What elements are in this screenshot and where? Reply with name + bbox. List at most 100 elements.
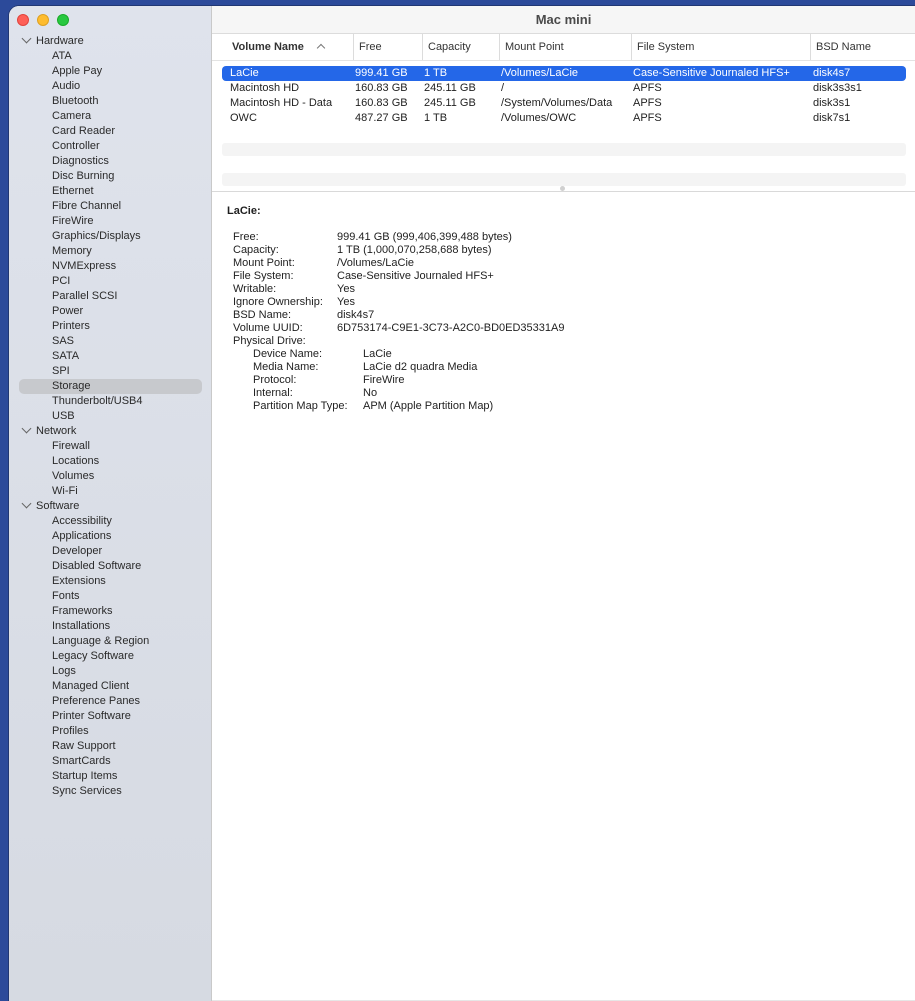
sidebar-item-label: Legacy Software <box>52 650 134 662</box>
detail-value: disk4s7 <box>337 309 375 321</box>
split-divider[interactable] <box>212 191 915 192</box>
table-cell: Macintosh HD - Data <box>230 97 333 109</box>
column-header-volume-name[interactable]: Volume Name <box>232 34 350 60</box>
sidebar-item-startup-items[interactable]: Startup Items <box>9 769 211 784</box>
sidebar-item-sata[interactable]: SATA <box>9 349 211 364</box>
chevron-down-icon[interactable] <box>21 498 32 509</box>
chevron-down-icon[interactable] <box>21 423 32 434</box>
sidebar-item-label: Fibre Channel <box>52 200 122 212</box>
sidebar-item-profiles[interactable]: Profiles <box>9 724 211 739</box>
sidebar-item-graphics-displays[interactable]: Graphics/Displays <box>9 229 211 244</box>
zoom-button[interactable] <box>57 14 69 26</box>
volumes-table: LaCie 999.41 GB 1 TB/Volumes/LaCie Case-Sen… <box>222 66 906 126</box>
sidebar-item-spi[interactable]: SPI <box>9 364 211 379</box>
sidebar-item-memory[interactable]: Memory <box>9 244 211 259</box>
table-cell: 160.83 GB <box>355 97 408 109</box>
sidebar-item-bluetooth[interactable]: Bluetooth <box>9 94 211 109</box>
sidebar-item-printers[interactable]: Printers <box>9 319 211 334</box>
detail-value: LaCie d2 quadra Media <box>363 361 478 373</box>
column-header-file-system[interactable]: File System <box>631 34 809 60</box>
sidebar-item-label: Managed Client <box>52 680 130 692</box>
sidebar-category-software[interactable]: Software <box>9 498 211 514</box>
table-cell: disk7s1 <box>813 112 851 124</box>
sidebar-item-frameworks[interactable]: Frameworks <box>9 604 211 619</box>
sidebar-item-power[interactable]: Power <box>9 304 211 319</box>
table-cell: disk3s3s1 <box>813 82 862 94</box>
sidebar-item-managed-client[interactable]: Managed Client <box>9 679 211 694</box>
sidebar-item-storage[interactable]: Storage <box>19 379 202 394</box>
sidebar-item-usb[interactable]: USB <box>9 409 211 424</box>
sidebar-item-nvmexpress[interactable]: NVMExpress <box>9 259 211 274</box>
sidebar-item-locations[interactable]: Locations <box>9 454 211 469</box>
sidebar-item-volumes[interactable]: Volumes <box>9 469 211 484</box>
sidebar-item-pci[interactable]: PCI <box>9 274 211 289</box>
sidebar-item-apple-pay[interactable]: Apple Pay <box>9 64 211 79</box>
physical-drive-fields: Device Name: LaCie Media Name: LaCie d2 qua… <box>227 348 905 413</box>
sidebar-item-sync-services[interactable]: Sync Services <box>9 784 211 799</box>
detail-key: Physical Drive: <box>233 335 306 347</box>
minimize-button[interactable] <box>37 14 49 26</box>
sidebar-item-installations[interactable]: Installations <box>9 619 211 634</box>
sidebar-item-firewall[interactable]: Firewall <box>9 439 211 454</box>
sidebar-item-sas[interactable]: SAS <box>9 334 211 349</box>
sidebar-item-label: Diagnostics <box>52 155 109 167</box>
detail-value: Yes <box>337 296 355 308</box>
sidebar-item-controller[interactable]: Controller <box>9 139 211 154</box>
sidebar-item-parallel-scsi[interactable]: Parallel SCSI <box>9 289 211 304</box>
detail-row: Media Name: LaCie d2 quadra Media <box>227 361 905 374</box>
sidebar-item-wi-fi[interactable]: Wi-Fi <box>9 484 211 499</box>
table-header: Volume Name Free Capacity Mount Point Fi… <box>212 34 915 61</box>
column-header-free[interactable]: Free <box>353 34 421 60</box>
detail-key: Free: <box>233 231 259 243</box>
sidebar-item-fibre-channel[interactable]: Fibre Channel <box>9 199 211 214</box>
sidebar-item-fonts[interactable]: Fonts <box>9 589 211 604</box>
sidebar-category-hardware[interactable]: Hardware <box>9 33 211 49</box>
sidebar-item-legacy-software[interactable]: Legacy Software <box>9 649 211 664</box>
sidebar-item-extensions[interactable]: Extensions <box>9 574 211 589</box>
detail-row: Mount Point: /Volumes/LaCie <box>227 257 905 270</box>
sidebar-item-label: Preference Panes <box>52 695 141 707</box>
sidebar-item-logs[interactable]: Logs <box>9 664 211 679</box>
detail-value: No <box>363 387 378 399</box>
column-header-bsd-name[interactable]: BSD Name <box>810 34 906 60</box>
sidebar-item-language-region[interactable]: Language & Region <box>9 634 211 649</box>
detail-key: Ignore Ownership: <box>233 296 323 308</box>
sidebar-item-ethernet[interactable]: Ethernet <box>9 184 211 199</box>
split-handle[interactable] <box>560 186 565 191</box>
sidebar-item-label: Software <box>36 500 80 512</box>
sidebar-item-preference-panes[interactable]: Preference Panes <box>9 694 211 709</box>
sidebar-item-applications[interactable]: Applications <box>9 529 211 544</box>
table-cell: Case-Sensitive Journaled HFS+ <box>633 67 790 79</box>
sidebar-item-card-reader[interactable]: Card Reader <box>9 124 211 139</box>
table-row[interactable]: Macintosh HD - Data 160.83 GB 245.11 GB/Sy… <box>222 96 906 111</box>
sidebar-item-printer-software[interactable]: Printer Software <box>9 709 211 724</box>
sidebar-category-network[interactable]: Network <box>9 423 211 439</box>
sidebar-item-audio[interactable]: Audio <box>9 79 211 94</box>
column-header-mount-point[interactable]: Mount Point <box>499 34 630 60</box>
table-row[interactable]: Macintosh HD 160.83 GB 245.11 GB / APFS disk3… <box>222 81 906 96</box>
sidebar-item-label: Printer Software <box>52 710 131 722</box>
sidebar-item-firewire[interactable]: FireWire <box>9 214 211 229</box>
sidebar-item-developer[interactable]: Developer <box>9 544 211 559</box>
sidebar-item-camera[interactable]: Camera <box>9 109 211 124</box>
sidebar-item-label: Apple Pay <box>52 65 103 77</box>
table-cell: APFS <box>633 112 662 124</box>
close-button[interactable] <box>17 14 29 26</box>
sidebar-item-disabled-software[interactable]: Disabled Software <box>9 559 211 574</box>
table-row[interactable]: OWC 487.27 GB 1 TB/Volumes/OWC APFS disk7s1 <box>222 111 906 126</box>
sidebar-item-accessibility[interactable]: Accessibility <box>9 514 211 529</box>
sidebar-item-disc-burning[interactable]: Disc Burning <box>9 169 211 184</box>
sidebar-item-ata[interactable]: ATA <box>9 49 211 64</box>
sidebar-item-diagnostics[interactable]: Diagnostics <box>9 154 211 169</box>
sidebar-item-thunderbolt-usb4[interactable]: Thunderbolt/USB4 <box>9 394 211 409</box>
detail-fields: Free: 999.41 GB (999,406,399,488 bytes) Ca… <box>227 231 905 348</box>
sidebar-item-smartcards[interactable]: SmartCards <box>9 754 211 769</box>
detail-value: Yes <box>337 283 355 295</box>
column-label: Volume Name <box>232 41 304 53</box>
sidebar-item-raw-support[interactable]: Raw Support <box>9 739 211 754</box>
sidebar-tree: Hardware ATA Apple Pay Audio Bluetooth Camera… <box>9 33 211 799</box>
chevron-down-icon[interactable] <box>21 33 32 44</box>
column-header-capacity[interactable]: Capacity <box>422 34 498 60</box>
detail-title: LaCie: <box>227 205 261 217</box>
table-row[interactable]: LaCie 999.41 GB 1 TB/Volumes/LaCie Case-Sen… <box>222 66 906 81</box>
